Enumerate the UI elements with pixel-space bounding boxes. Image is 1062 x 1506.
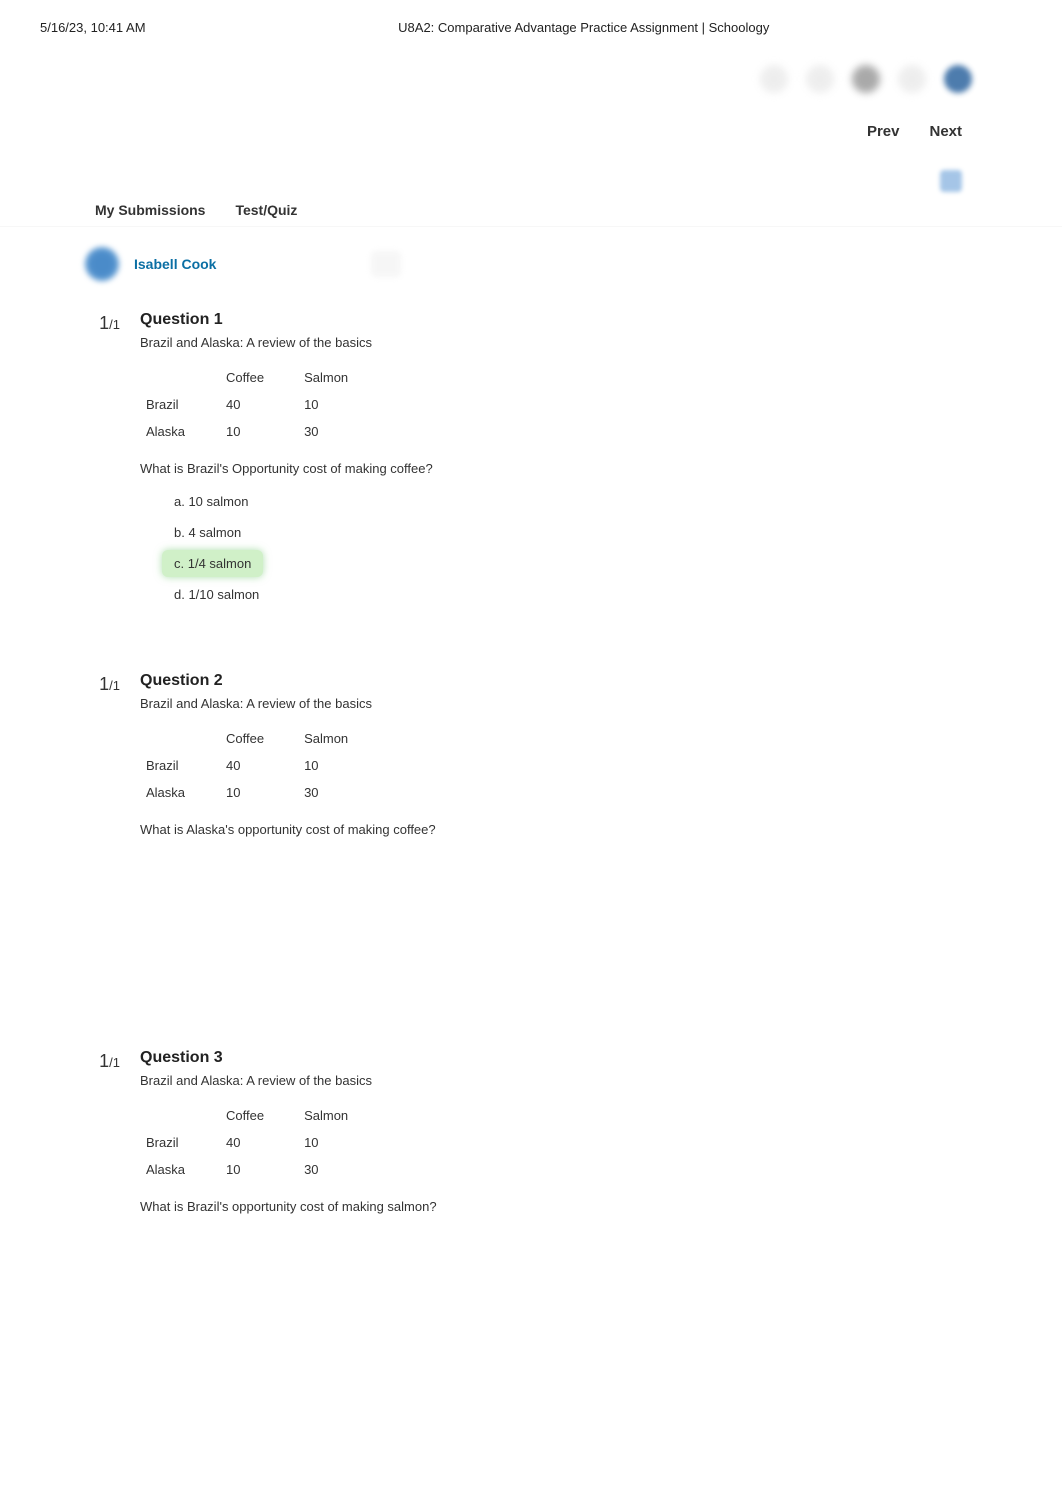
score-total: /1 [109,317,120,332]
answer-option[interactable]: d. 1/10 salmon [162,581,271,608]
row-coffee: 10 [220,1156,298,1183]
score: 1/1 [60,672,120,989]
row-salmon: 10 [298,391,382,418]
row-label: Alaska [140,418,220,445]
next-link[interactable]: Next [929,123,962,140]
student-badge [371,251,401,277]
chat-icon[interactable] [940,170,962,192]
row-coffee: 40 [220,1129,298,1156]
table-row: Alaska1030 [140,1156,382,1183]
row-salmon: 10 [298,752,382,779]
tab-my-submissions[interactable]: My Submissions [95,202,205,218]
row-coffee: 40 [220,391,298,418]
row-salmon: 30 [298,779,382,806]
avatar [85,247,119,281]
question-title: Question 2 [140,672,1002,690]
row-coffee: 40 [220,752,298,779]
data-table: CoffeeSalmonBrazil4010Alaska1030 [140,1102,382,1183]
table-header-coffee: Coffee [220,364,298,391]
answer-option[interactable]: c. 1/4 salmon [162,550,263,577]
question-subtitle: Brazil and Alaska: A review of the basic… [140,1073,1002,1088]
question-block: 1/1 Question 2 Brazil and Alaska: A review… [60,672,1002,989]
print-title: U8A2: Comparative Advantage Practice Ass… [398,20,769,35]
row-coffee: 10 [220,418,298,445]
row-salmon: 10 [298,1129,382,1156]
question-prompt: What is Brazil's opportunity cost of mak… [140,1199,1002,1214]
print-header: 5/16/23, 10:41 AM U8A2: Comparative Adva… [0,0,1062,45]
table-header-coffee: Coffee [220,1102,298,1129]
questions-list: 1/1 Question 1 Brazil and Alaska: A review… [0,311,1062,1506]
student-row: Isabell Cook [0,242,1062,296]
prev-link[interactable]: Prev [867,123,900,140]
answer-option[interactable]: a. 10 salmon [162,488,260,515]
question-block: 1/1 Question 1 Brazil and Alaska: A review… [60,311,1002,612]
options-list: a. 10 salmon b. 4 salmon c. 1/4 salmon d. 1… [140,488,1002,612]
score: 1/1 [60,1049,120,1366]
header-icon-2[interactable] [806,65,834,93]
table-header-coffee: Coffee [220,725,298,752]
question-body: Question 3 Brazil and Alaska: A review of… [140,1049,1002,1366]
prev-next-nav: Prev Next [0,113,1062,150]
row-salmon: 30 [298,1156,382,1183]
question-block: 1/1 Question 3 Brazil and Alaska: A review… [60,1049,1002,1366]
table-header-salmon: Salmon [298,725,382,752]
score-earned: 1 [99,674,109,694]
row-label: Alaska [140,779,220,806]
table-header-salmon: Salmon [298,1102,382,1129]
header-avatar-icon[interactable] [944,65,972,93]
tab-test-quiz[interactable]: Test/Quiz [235,202,297,218]
question-body: Question 2 Brazil and Alaska: A review of… [140,672,1002,989]
header-icon-4[interactable] [898,65,926,93]
answer-option[interactable]: b. 4 salmon [162,519,253,546]
table-row: Brazil4010 [140,1129,382,1156]
tabs: My Submissions Test/Quiz [0,202,1062,227]
row-salmon: 30 [298,418,382,445]
score-earned: 1 [99,313,109,333]
score: 1/1 [60,311,120,612]
question-title: Question 1 [140,311,1002,329]
table-row: Brazil4010 [140,391,382,418]
row-label: Brazil [140,752,220,779]
row-label: Brazil [140,1129,220,1156]
score-total: /1 [109,1055,120,1070]
row-label: Brazil [140,391,220,418]
top-icon-bar [0,65,1062,93]
table-header-salmon: Salmon [298,364,382,391]
question-prompt: What is Brazil's Opportunity cost of mak… [140,461,1002,476]
question-title: Question 3 [140,1049,1002,1067]
question-prompt: What is Alaska's opportunity cost of mak… [140,822,1002,837]
question-body: Question 1 Brazil and Alaska: A review of… [140,311,1002,612]
table-row: Brazil4010 [140,752,382,779]
data-table: CoffeeSalmonBrazil4010Alaska1030 [140,725,382,806]
question-subtitle: Brazil and Alaska: A review of the basic… [140,335,1002,350]
table-row: Alaska1030 [140,418,382,445]
row-label: Alaska [140,1156,220,1183]
row-coffee: 10 [220,779,298,806]
table-row: Alaska1030 [140,779,382,806]
question-subtitle: Brazil and Alaska: A review of the basic… [140,696,1002,711]
student-name[interactable]: Isabell Cook [134,256,216,272]
score-total: /1 [109,678,120,693]
header-icon-1[interactable] [760,65,788,93]
data-table: CoffeeSalmonBrazil4010Alaska1030 [140,364,382,445]
score-earned: 1 [99,1051,109,1071]
header-icon-3[interactable] [852,65,880,93]
print-datetime: 5/16/23, 10:41 AM [40,20,146,35]
